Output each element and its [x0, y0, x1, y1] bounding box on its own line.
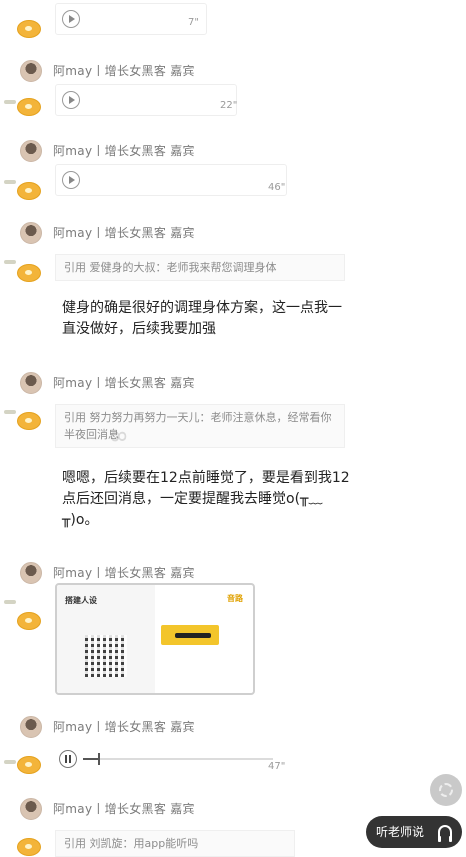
audio-player[interactable] — [55, 745, 295, 773]
audio-progress-handle[interactable] — [98, 753, 101, 765]
avatar[interactable] — [20, 562, 42, 584]
quoted-message[interactable]: 引用 努力努力再努力一天儿：老师注意休息，经常看你半夜回消息 — [55, 404, 345, 448]
sender-name: 阿may丨增长女黑客 嘉宾 — [53, 802, 195, 816]
listen-teacher-button[interactable]: 听老师说 — [366, 816, 462, 848]
listen-teacher-label: 听老师说 — [376, 825, 425, 839]
image-banner — [161, 625, 219, 645]
sender-name: 阿may丨增长女黑客 嘉宾 — [53, 376, 195, 390]
decoration-leaf — [4, 600, 16, 604]
image-title: 搭建人设 — [65, 596, 97, 605]
quoted-message[interactable]: 引用 爱健身的大叔：老师我来帮您调理身体 — [55, 254, 345, 281]
decoration-leaf — [4, 410, 16, 414]
voice-duration: 7" — [188, 17, 199, 28]
audio-duration: 47" — [268, 761, 286, 772]
user-badge-icon — [17, 264, 41, 282]
user-badge-icon — [17, 182, 41, 200]
audio-progress-track[interactable] — [83, 753, 273, 765]
voice-message[interactable] — [55, 3, 207, 35]
avatar[interactable] — [20, 798, 42, 820]
decoration-leaf — [4, 260, 16, 264]
sender-name: 阿may丨增长女黑客 嘉宾 — [53, 566, 195, 580]
user-badge-icon — [17, 412, 41, 430]
user-badge-icon — [17, 612, 41, 630]
quoted-message[interactable]: 引用 刘凯旋：用app能听吗 — [55, 830, 295, 857]
headphones-icon — [438, 825, 452, 842]
voice-duration: 22" — [220, 100, 238, 111]
sender-name: 阿may丨增长女黑客 嘉宾 — [53, 64, 195, 78]
avatar[interactable] — [20, 372, 42, 394]
refresh-icon[interactable] — [430, 774, 462, 806]
decoration-leaf — [4, 180, 16, 184]
image-left-panel: 搭建人设 — [57, 585, 155, 693]
voice-message[interactable] — [55, 164, 287, 196]
avatar[interactable] — [20, 716, 42, 738]
audio-progress-fill — [83, 758, 99, 760]
play-icon[interactable] — [62, 171, 80, 189]
pause-icon[interactable] — [59, 750, 77, 768]
sender-name: 阿may丨增长女黑客 嘉宾 — [53, 226, 195, 240]
image-message[interactable]: 搭建人设 音路 — [55, 583, 255, 695]
decoration-leaf — [4, 760, 16, 764]
avatar[interactable] — [20, 60, 42, 82]
image-brand: 音路 — [227, 594, 243, 603]
user-badge-icon — [17, 838, 41, 856]
avatar[interactable] — [20, 222, 42, 244]
user-badge-icon — [17, 98, 41, 116]
avatar[interactable] — [20, 140, 42, 162]
qr-code-icon — [85, 635, 127, 677]
message-text: 嗯嗯，后续要在12点前睡觉了，要是看到我12点后还回消息，一定要提醒我去睡觉o(… — [62, 470, 350, 528]
sender-name: 阿may丨增长女黑客 嘉宾 — [53, 720, 195, 734]
play-icon[interactable] — [62, 10, 80, 28]
user-badge-icon — [17, 756, 41, 774]
user-badge-icon — [17, 20, 41, 38]
decoration-leaf — [4, 100, 16, 104]
sender-name: 阿may丨增长女黑客 嘉宾 — [53, 144, 195, 158]
voice-duration: 46" — [268, 182, 286, 193]
message-text: 健身的确是很好的调理身体方案，这一点我一直没做好，后续我要加强 — [62, 300, 342, 337]
voice-message[interactable] — [55, 84, 237, 116]
play-icon[interactable] — [62, 91, 80, 109]
